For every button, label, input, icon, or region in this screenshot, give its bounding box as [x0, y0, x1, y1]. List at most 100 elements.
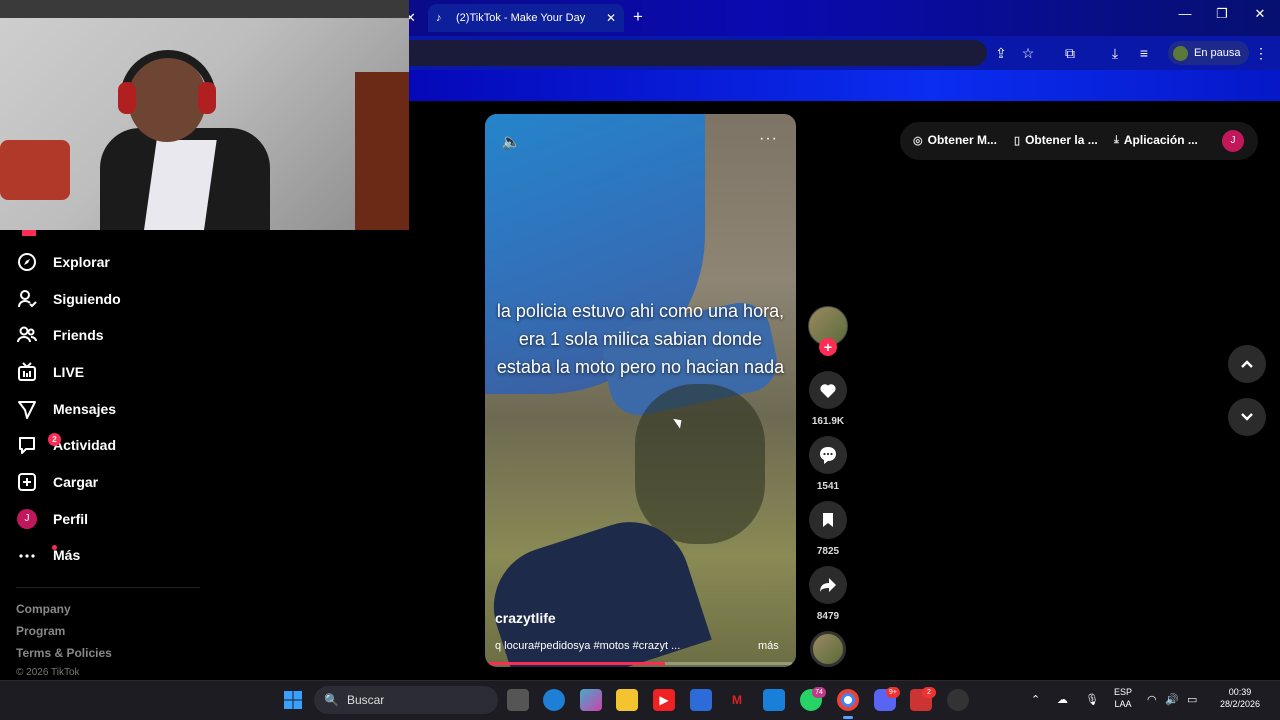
wifi-icon[interactable]: ◠ — [1147, 693, 1157, 706]
copilot-icon[interactable] — [580, 689, 602, 711]
footer-program-link[interactable]: Program — [16, 624, 65, 638]
video-scene-shadow — [635, 384, 765, 544]
browser-tab-tiktok[interactable]: ♪ (2)TikTok - Make Your Day ✕ — [428, 4, 624, 32]
get-coins-label: Obtener M... — [927, 133, 997, 147]
video-player[interactable]: 🔈 ··· la policia estuvo ahi como una hor… — [485, 114, 796, 667]
previous-video-button[interactable] — [1228, 345, 1266, 383]
windows-start-icon[interactable] — [282, 689, 304, 711]
footer-terms-link[interactable]: Terms & Policies — [16, 646, 112, 660]
microphone-icon[interactable]: 🎙 — [1085, 693, 1099, 706]
more-notification-dot — [52, 545, 57, 550]
volume-tray-icon[interactable]: 🔊 — [1165, 693, 1179, 706]
battery-icon[interactable]: ▭ — [1187, 693, 1197, 706]
install-app-icon[interactable]: ⇪ — [990, 42, 1012, 64]
get-coins-button[interactable]: ◎ Obtener M... — [913, 133, 997, 147]
sidebar-item-mas[interactable]: Más — [16, 541, 80, 569]
media-control-icon[interactable]: ≡ — [1133, 42, 1155, 64]
friends-icon — [16, 324, 38, 346]
like-count: 161.9K — [811, 416, 845, 427]
download-icon[interactable]: ⤓ — [1104, 42, 1126, 64]
next-video-button[interactable] — [1228, 398, 1266, 436]
whatsapp-badge: 74 — [812, 687, 826, 698]
restore-icon[interactable]: ❐ — [1207, 6, 1237, 22]
heart-icon — [820, 384, 836, 398]
browser-profile-button[interactable]: En pausa — [1168, 41, 1250, 65]
comment-button[interactable] — [809, 436, 847, 474]
tray-overflow-chevron-icon[interactable]: ⌃ — [1031, 693, 1040, 706]
obs-icon[interactable] — [947, 689, 969, 711]
download-arrow-icon: ⤓ — [1114, 133, 1119, 146]
video-more-options-icon[interactable]: ··· — [759, 130, 778, 148]
mcafee-icon[interactable]: M — [726, 689, 748, 711]
footer-company-link[interactable]: Company — [16, 602, 71, 616]
live-tv-icon — [16, 361, 38, 383]
tiktok-favicon-icon: ♪ — [436, 12, 442, 24]
comment-count: 1541 — [816, 481, 840, 492]
share-count: 8479 — [816, 611, 840, 622]
download-app-button[interactable]: ⤓ Aplicación ... — [1114, 133, 1198, 147]
browser-menu-icon[interactable]: ⋮ — [1250, 42, 1272, 64]
sidebar-item-perfil[interactable]: J Perfil — [16, 505, 88, 533]
task-view-icon[interactable] — [507, 689, 529, 711]
sidebar-item-siguiendo[interactable]: Siguiendo — [16, 285, 121, 313]
file-explorer-icon[interactable] — [616, 689, 638, 711]
download-app-label: Aplicación ... — [1123, 133, 1198, 147]
recording-app-badge: 2 — [922, 687, 936, 698]
clock-date: 28/2/2026 — [1219, 699, 1261, 709]
new-tab-button[interactable]: + — [633, 7, 643, 27]
tab-title: (2)TikTok - Make Your Day — [456, 12, 586, 24]
sidebar-item-actividad[interactable]: 2 Actividad — [16, 431, 116, 459]
store-icon[interactable] — [690, 689, 712, 711]
edge-browser-icon[interactable] — [543, 689, 565, 711]
save-button[interactable] — [809, 501, 847, 539]
bookmark-star-icon[interactable]: ☆ — [1017, 42, 1039, 64]
sidebar-item-live[interactable]: LIVE — [16, 358, 84, 386]
outlook-icon[interactable] — [763, 689, 785, 711]
youtube-icon[interactable]: ▶ — [653, 689, 675, 711]
music-disc-icon[interactable] — [810, 631, 846, 667]
like-button[interactable] — [809, 371, 847, 409]
chevron-down-icon — [1241, 413, 1253, 421]
video-progress-bar[interactable] — [489, 662, 792, 665]
share-arrow-icon — [820, 578, 836, 592]
sidebar-item-explorar[interactable]: Explorar — [16, 248, 110, 276]
save-count: 7825 — [816, 546, 840, 557]
webcam-headphone-left — [118, 82, 136, 114]
chevron-up-icon — [1241, 360, 1253, 368]
video-author[interactable]: crazytlife — [495, 610, 556, 626]
taskbar-search[interactable]: 🔍 Buscar — [314, 686, 498, 714]
close-window-icon[interactable]: ✕ — [1245, 6, 1275, 22]
tab-close-icon[interactable]: ✕ — [606, 11, 616, 25]
webcam-red-chair — [0, 140, 70, 200]
webcam-ceiling — [0, 0, 409, 18]
sidebar-item-label: Cargar — [53, 474, 99, 490]
sidebar-item-label: Más — [53, 547, 81, 563]
sidebar-item-label: Mensajes — [53, 401, 117, 417]
language-code: ESP — [1113, 687, 1132, 697]
chrome-active-indicator — [843, 716, 853, 719]
sidebar-item-label: Friends — [53, 327, 104, 343]
volume-icon[interactable]: 🔈 — [501, 132, 521, 152]
account-avatar[interactable]: J — [1222, 130, 1244, 152]
extensions-icon[interactable]: ⧉ — [1059, 42, 1081, 64]
sidebar-item-friends[interactable]: Friends — [16, 321, 104, 349]
address-bar[interactable] — [409, 40, 987, 66]
clock[interactable]: 00:39 28/2/2026 — [1212, 686, 1268, 710]
get-app-button[interactable]: ▯ Obtener la ... — [1014, 133, 1098, 147]
clock-time: 00:39 — [1228, 687, 1252, 697]
minimize-icon[interactable]: — — [1170, 6, 1200, 21]
follow-plus-button[interactable]: + — [819, 338, 837, 356]
sidebar-item-label: Explorar — [53, 254, 110, 270]
compass-icon — [16, 251, 38, 273]
sidebar-item-cargar[interactable]: Cargar — [16, 468, 98, 496]
profile-status: En pausa — [1194, 47, 1241, 59]
discord-badge: 9+ — [886, 687, 900, 698]
coin-icon: ◎ — [913, 134, 923, 147]
onedrive-icon[interactable]: ☁ — [1057, 693, 1068, 706]
share-button[interactable] — [809, 566, 847, 604]
language-indicator[interactable]: ESP LAA — [1110, 686, 1136, 710]
sidebar-item-mensajes[interactable]: Mensajes — [16, 395, 116, 423]
more-dots-icon — [16, 544, 38, 566]
chrome-icon[interactable] — [837, 689, 859, 711]
caption-more-button[interactable]: más — [758, 640, 779, 652]
